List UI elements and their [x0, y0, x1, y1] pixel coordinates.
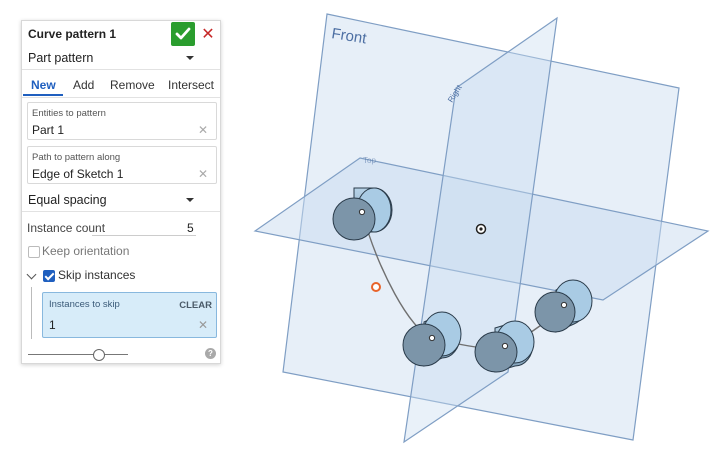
spacing-value: Equal spacing — [28, 193, 107, 207]
slider-handle[interactable] — [93, 349, 105, 361]
top-plane-label: Top — [363, 156, 376, 165]
close-icon: ✕ — [201, 26, 215, 43]
instances-to-skip-field[interactable]: Instances to skip CLEAR 1 ✕ — [42, 292, 217, 338]
tab-new[interactable]: New — [31, 78, 56, 92]
instance-count-row: Instance count 5 — [22, 219, 220, 237]
dialog-header: Curve pattern 1 ✕ — [22, 21, 220, 47]
chevron-down-icon — [186, 198, 194, 202]
tab-remove[interactable]: Remove — [110, 78, 155, 92]
tree-connector-line — [31, 287, 32, 339]
chevron-down-icon — [186, 56, 194, 60]
pattern-type-value: Part pattern — [28, 51, 94, 65]
entities-field-value: Part 1 — [32, 123, 65, 137]
pattern-type-select[interactable]: Part pattern — [22, 47, 220, 70]
clear-entities-icon[interactable]: ✕ — [198, 123, 208, 137]
operation-tabs: New Add Remove Intersect — [22, 73, 220, 98]
cancel-button[interactable]: ✕ — [198, 22, 218, 46]
entities-to-pattern-field[interactable]: Entities to pattern Part 1 ✕ — [27, 102, 217, 140]
path-field-value: Edge of Sketch 1 — [32, 167, 124, 181]
keep-orientation-checkbox[interactable] — [28, 246, 40, 258]
dialog-title: Curve pattern 1 — [28, 27, 117, 41]
tab-add[interactable]: Add — [73, 78, 94, 92]
clear-skip-icon[interactable]: ✕ — [198, 318, 208, 332]
origin-marker[interactable] — [475, 223, 487, 235]
help-icon[interactable]: ? — [205, 348, 216, 359]
accept-button[interactable] — [171, 22, 195, 46]
orange-point-marker[interactable] — [371, 282, 381, 292]
skip-instances-checkbox[interactable] — [43, 270, 55, 282]
instance-count-input[interactable]: 5 — [187, 221, 194, 235]
keep-orientation-label: Keep orientation — [42, 244, 130, 258]
clear-button[interactable]: CLEAR — [179, 300, 212, 311]
instance-count-underline — [92, 235, 196, 236]
path-field-label: Path to pattern along — [32, 152, 121, 163]
checkmark-icon — [175, 27, 191, 40]
slider-track[interactable] — [28, 354, 128, 355]
curve-pattern-dialog: Curve pattern 1 ✕ Part pattern New Add R… — [21, 20, 221, 364]
clear-path-icon[interactable]: ✕ — [198, 167, 208, 181]
tab-intersect[interactable]: Intersect — [168, 78, 214, 92]
skip-instances-label: Skip instances — [58, 268, 136, 282]
path-to-pattern-field[interactable]: Path to pattern along Edge of Sketch 1 ✕ — [27, 146, 217, 184]
skip-field-label: Instances to skip — [49, 299, 120, 310]
active-tab-indicator — [23, 94, 63, 96]
spacing-select[interactable]: Equal spacing — [22, 189, 220, 212]
skip-field-value: 1 — [49, 318, 56, 332]
chevron-down-icon[interactable] — [26, 269, 37, 280]
instance-count-label: Instance count — [27, 221, 106, 235]
entities-field-label: Entities to pattern — [32, 108, 106, 119]
